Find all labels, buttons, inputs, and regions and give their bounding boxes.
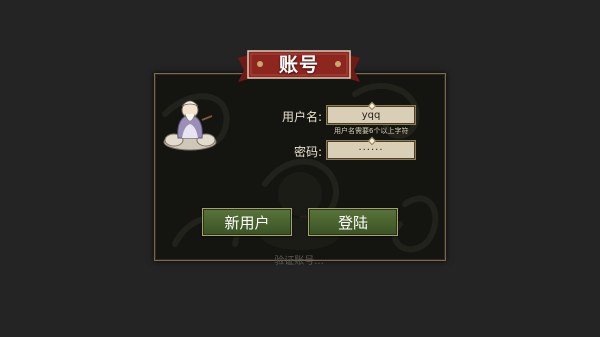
password-value: ······ [358,145,384,156]
username-value: yqq [361,110,381,121]
password-field[interactable]: ······ [326,136,416,160]
game-screen: 账号 用户名: yqq 用户名需要6个以上字符 密码: ······ 新用户 登… [0,0,600,337]
login-button[interactable]: 登陆 [308,208,398,236]
status-text: 验证账号... [274,256,324,267]
password-label: 密码: [293,145,322,159]
new-user-button[interactable]: 新用户 [202,208,292,236]
username-hint: 用户名需要6个以上字符 [334,127,409,135]
username-label: 用户名: [281,110,322,124]
dialog-title: 账号 [278,54,319,76]
username-field[interactable]: yqq [326,101,416,125]
sage-on-cloud-icon [163,100,217,151]
